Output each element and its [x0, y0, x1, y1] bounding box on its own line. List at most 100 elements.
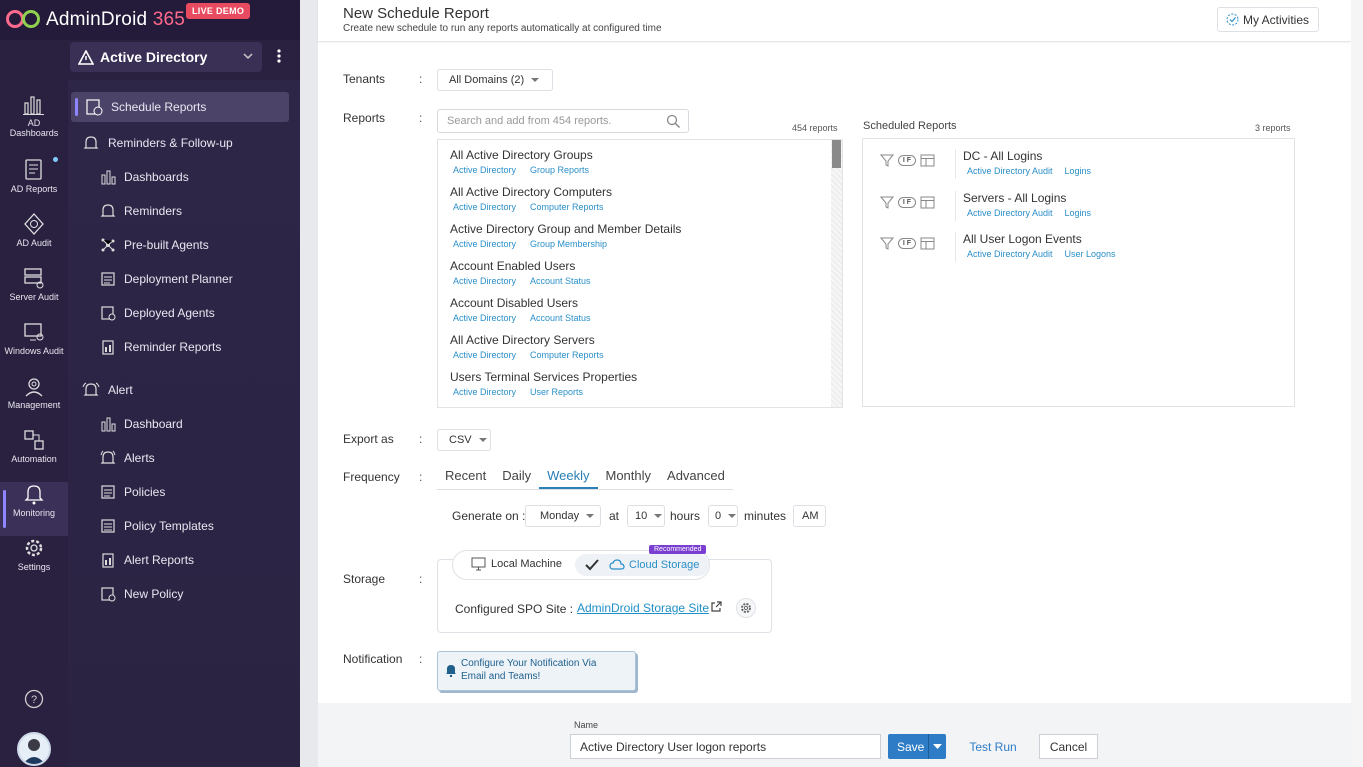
nav-dashboards[interactable]: Dashboards: [68, 162, 290, 192]
nav-reminders-followup[interactable]: Reminders & Follow-up: [68, 128, 290, 158]
tag[interactable]: Computer Reports: [530, 202, 604, 212]
tag[interactable]: Group Reports: [530, 165, 589, 175]
nav-alert-reports[interactable]: Alert Reports: [68, 545, 290, 575]
export-format-dropdown[interactable]: CSV: [437, 429, 491, 451]
page-scrollbar[interactable]: [1351, 0, 1363, 767]
if-condition-badge[interactable]: I F: [898, 238, 916, 249]
save-button[interactable]: Save: [888, 734, 946, 759]
list-scrollbar[interactable]: [831, 140, 842, 407]
tag[interactable]: Active Directory Audit: [967, 249, 1053, 259]
nav-deployed-agents[interactable]: Deployed Agents: [68, 298, 290, 328]
report-list-item[interactable]: Active Directory Group and Member Detail…: [450, 222, 681, 249]
tag[interactable]: User Logons: [1065, 249, 1116, 259]
tab-advanced[interactable]: Advanced: [659, 464, 733, 489]
tag[interactable]: Active Directory: [453, 387, 516, 397]
my-activities-button[interactable]: My Activities: [1217, 7, 1319, 32]
workspace-dropdown[interactable]: Active Directory: [70, 42, 262, 72]
report-search-input[interactable]: Search and add from 454 reports.: [437, 109, 689, 133]
tag[interactable]: Active Directory Audit: [967, 208, 1053, 218]
filter-icon[interactable]: [880, 196, 894, 209]
rail-automation[interactable]: Automation: [0, 428, 68, 482]
nav-alerts[interactable]: Alerts: [68, 443, 290, 473]
user-avatar[interactable]: [17, 732, 51, 766]
column-settings-icon[interactable]: [920, 196, 935, 209]
tag[interactable]: Logins: [1065, 166, 1092, 176]
rail-ad-reports[interactable]: AD Reports: [0, 158, 68, 212]
scheduled-report-row[interactable]: I F All User Logon Events Active Directo…: [863, 232, 1283, 268]
tenants-dropdown[interactable]: All Domains (2): [437, 69, 553, 91]
report-list-item[interactable]: All Active Directory Groups Active Direc…: [450, 148, 600, 175]
if-condition-badge[interactable]: I F: [898, 197, 916, 208]
filter-icon[interactable]: [880, 154, 894, 167]
tenants-label: Tenants: [343, 72, 386, 86]
tag[interactable]: Logins: [1065, 208, 1092, 218]
brand-bar: AdminDroid 365 LIVE DEMO: [0, 0, 300, 40]
am-pm-toggle[interactable]: AM: [793, 505, 826, 527]
tag[interactable]: Active Directory: [453, 165, 516, 175]
tag[interactable]: Active Directory: [453, 239, 516, 249]
rail-settings[interactable]: Settings: [0, 536, 68, 590]
report-list-item[interactable]: Account Disabled Users Active Directory A…: [450, 296, 602, 323]
report-list-item[interactable]: All Active Directory Computers Active Di…: [450, 185, 615, 212]
report-list-item[interactable]: Account Enabled Users Active Directory Ac…: [450, 259, 602, 286]
storage-settings-button[interactable]: [736, 598, 756, 618]
deployed-agents-icon: [101, 306, 116, 321]
tag[interactable]: Account Status: [530, 313, 591, 323]
tag[interactable]: Group Membership: [530, 239, 607, 249]
nav-deployment-planner[interactable]: Deployment Planner: [68, 264, 290, 294]
column-settings-icon[interactable]: [920, 154, 935, 167]
tag[interactable]: Account Status: [530, 276, 591, 286]
nav-new-policy[interactable]: New Policy: [68, 579, 290, 609]
page-title: New Schedule Report: [343, 5, 489, 22]
rail-windows-audit[interactable]: Windows Audit: [0, 320, 68, 374]
tab-monthly[interactable]: Monthly: [598, 464, 660, 489]
report-list-item[interactable]: All Active Directory Servers Active Dire…: [450, 333, 615, 360]
nav-policies[interactable]: Policies: [68, 477, 290, 507]
help-icon[interactable]: ?: [24, 689, 44, 709]
tag[interactable]: Active Directory Audit: [967, 166, 1053, 176]
external-link-icon[interactable]: [710, 601, 722, 613]
cloud-storage-option[interactable]: Cloud Storage: [575, 554, 709, 576]
cancel-button[interactable]: Cancel: [1039, 734, 1098, 759]
nav-policy-templates[interactable]: Policy Templates: [68, 511, 290, 541]
nav-alert-dashboard[interactable]: Dashboard: [68, 409, 290, 439]
rail-ad-audit[interactable]: AD Audit: [0, 212, 68, 266]
filter-icon[interactable]: [880, 237, 894, 250]
column-settings-icon[interactable]: [920, 237, 935, 250]
tag[interactable]: Active Directory: [453, 276, 516, 286]
nav-reminders[interactable]: Reminders: [68, 196, 290, 226]
rail-server-audit[interactable]: Server Audit: [0, 266, 68, 320]
if-condition-badge[interactable]: I F: [898, 155, 916, 166]
scrollbar-thumb[interactable]: [832, 140, 841, 168]
tab-recent[interactable]: Recent: [437, 464, 494, 489]
tag[interactable]: Computer Reports: [530, 350, 604, 360]
save-options-dropdown[interactable]: [928, 734, 946, 759]
report-list-item[interactable]: Users Terminal Services Properties Activ…: [450, 370, 637, 397]
rail-ad-dashboards[interactable]: AD Dashboards: [0, 94, 68, 148]
search-icon[interactable]: [666, 114, 681, 129]
tag[interactable]: User Reports: [530, 387, 583, 397]
tab-weekly[interactable]: Weekly: [539, 464, 598, 489]
day-dropdown[interactable]: Monday: [525, 505, 601, 527]
more-options-icon[interactable]: [272, 46, 286, 66]
scheduled-report-row[interactable]: I F Servers - All Logins Active Director…: [863, 191, 1283, 227]
tag[interactable]: Active Directory: [453, 350, 516, 360]
spo-site-link[interactable]: AdminDroid Storage Site: [577, 601, 709, 615]
reminder-bell-icon: [83, 136, 99, 149]
nav-alert[interactable]: Alert: [68, 375, 290, 405]
schedule-name-input[interactable]: Active Directory User logon reports: [570, 734, 881, 759]
nav-reminder-reports[interactable]: Reminder Reports: [68, 332, 290, 362]
minutes-dropdown[interactable]: 0: [708, 505, 738, 527]
nav-prebuilt-agents[interactable]: Pre-built Agents: [68, 230, 290, 260]
scheduled-report-row[interactable]: I F DC - All Logins Active Directory Aud…: [863, 149, 1283, 185]
tag[interactable]: Active Directory: [453, 313, 516, 323]
hours-dropdown[interactable]: 10: [627, 505, 665, 527]
tag[interactable]: Active Directory: [453, 202, 516, 212]
test-run-button[interactable]: Test Run: [958, 734, 1028, 759]
rail-management[interactable]: Management: [0, 374, 68, 428]
local-machine-option[interactable]: Local Machine: [471, 557, 562, 571]
configure-notification-button[interactable]: Configure Your Notification Via Email an…: [437, 651, 636, 691]
nav-schedule-reports[interactable]: Schedule Reports: [71, 92, 289, 122]
rail-monitoring[interactable]: Monitoring: [0, 482, 68, 536]
tab-daily[interactable]: Daily: [494, 464, 539, 489]
